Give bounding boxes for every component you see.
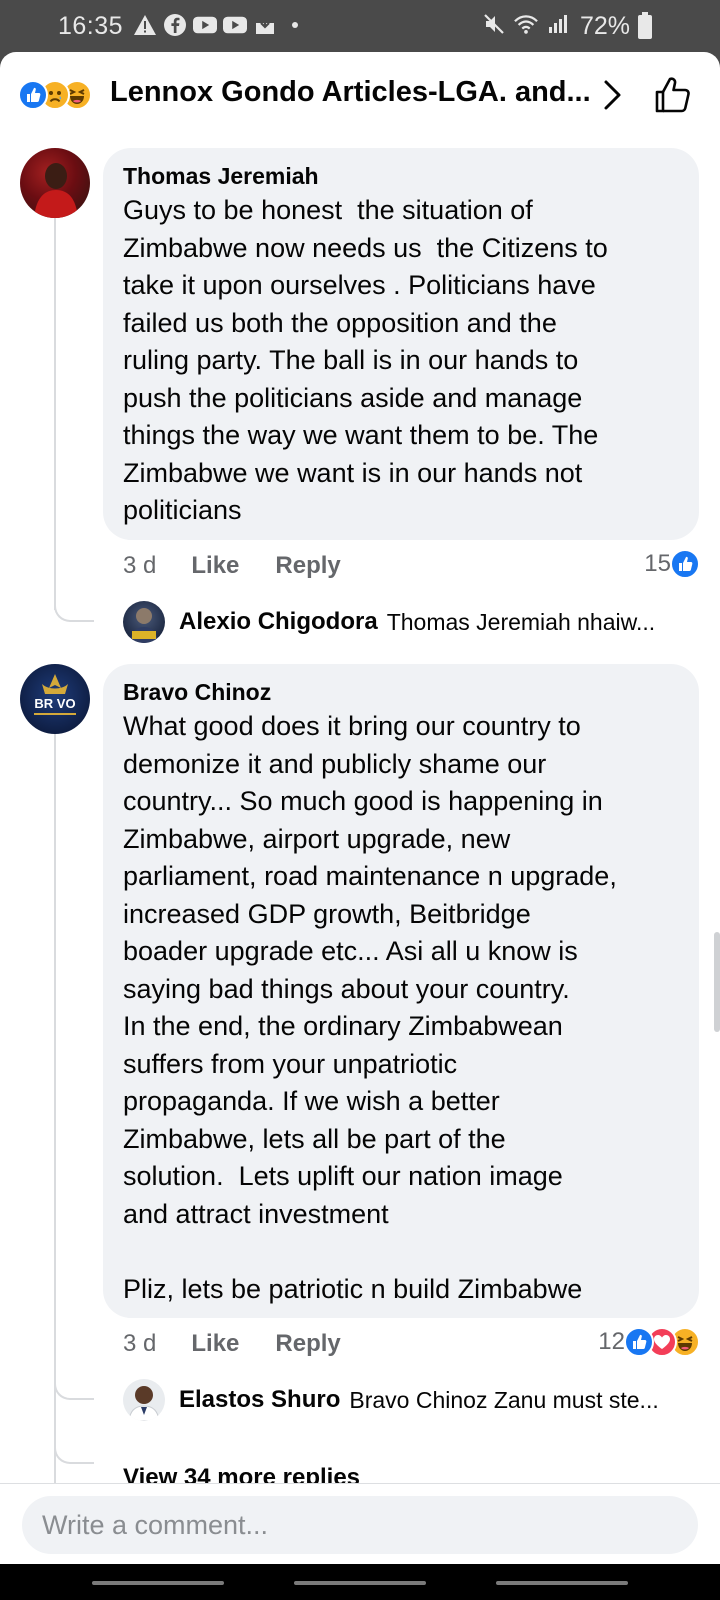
- comment-text: What good does it bring our country to d…: [123, 711, 617, 1304]
- nav-recents-button[interactable]: [92, 1581, 224, 1585]
- system-icons: [482, 12, 570, 36]
- comment-bubble[interactable]: Bravo Chinoz What good does it bring our…: [103, 664, 699, 1318]
- like-button[interactable]: Like: [191, 1330, 239, 1358]
- avatar[interactable]: BR VO: [20, 664, 90, 734]
- status-bar: 16:35 72%: [0, 0, 720, 52]
- nav-back-button[interactable]: [496, 1581, 628, 1585]
- scrollbar[interactable]: [714, 932, 720, 1032]
- page-title[interactable]: Lennox Gondo Articles-LGA. and...: [110, 76, 591, 109]
- like-icon[interactable]: [652, 74, 694, 116]
- reply-preview[interactable]: Alexio Chigodora Thomas Jeremiah nhaiw..…: [123, 600, 703, 644]
- like-reaction-icon: [670, 549, 700, 579]
- comment-author[interactable]: Thomas Jeremiah: [123, 160, 679, 192]
- comment-text: Guys to be honest the situation of Zimba…: [123, 195, 608, 525]
- comment-input[interactable]: [22, 1496, 698, 1554]
- warning-icon: [133, 13, 157, 37]
- comment-composer: [0, 1483, 720, 1564]
- like-reaction-icon: [624, 1327, 654, 1357]
- avatar[interactable]: [123, 601, 165, 643]
- status-time: 16:35: [58, 12, 124, 40]
- thread-connector: [54, 1376, 94, 1400]
- reply-button[interactable]: Reply: [275, 552, 340, 580]
- reaction-number: 12: [598, 1328, 625, 1355]
- dot-icon: [283, 13, 307, 37]
- thread-line: [54, 218, 56, 610]
- avatar[interactable]: [20, 148, 90, 218]
- reply-button[interactable]: Reply: [275, 1330, 340, 1358]
- avatar-text: BR VO: [34, 696, 75, 711]
- youtube-icon: [193, 13, 217, 37]
- post-header[interactable]: Lennox Gondo Articles-LGA. and...: [0, 52, 720, 138]
- comment-author[interactable]: Bravo Chinoz: [123, 676, 679, 708]
- comment-time[interactable]: 3 d: [123, 552, 156, 580]
- comment-bubble[interactable]: Thomas Jeremiah Guys to be honest the si…: [103, 148, 699, 540]
- avatar[interactable]: [123, 1379, 165, 1421]
- thread-connector: [54, 1440, 94, 1464]
- notification-icons: [133, 13, 307, 37]
- system-nav-bar: [0, 1564, 720, 1600]
- like-reaction-icon: [18, 80, 48, 110]
- wifi-icon: [514, 12, 538, 36]
- like-button[interactable]: Like: [191, 552, 239, 580]
- facebook-icon: [163, 13, 187, 37]
- reply-text: Thomas Jeremiah nhaiw...: [386, 608, 656, 635]
- reply-author[interactable]: Alexio Chigodora: [179, 608, 378, 636]
- comment-actions: 3 d Like Reply: [123, 1324, 341, 1364]
- comment-actions: 3 d Like Reply: [123, 546, 341, 586]
- signal-icon: [546, 12, 570, 36]
- nav-home-button[interactable]: [294, 1581, 426, 1585]
- chevron-right-icon[interactable]: [597, 78, 627, 112]
- reaction-count[interactable]: 12: [598, 1322, 700, 1362]
- thread-connector: [54, 598, 94, 622]
- reaction-number: 15: [644, 550, 671, 577]
- header-reactions: [18, 80, 108, 110]
- reply-author[interactable]: Elastos Shuro: [179, 1386, 340, 1414]
- battery-icon: [638, 12, 652, 39]
- comments-sheet: Lennox Gondo Articles-LGA. and... Thomas…: [0, 52, 720, 1564]
- comment-time[interactable]: 3 d: [123, 1330, 156, 1358]
- youtube-icon: [223, 13, 247, 37]
- mute-icon: [482, 12, 506, 36]
- download-icon: [253, 13, 277, 37]
- reaction-count[interactable]: 15: [644, 544, 700, 584]
- reply-text: Bravo Chinoz Zanu must ste...: [349, 1386, 659, 1413]
- reply-preview[interactable]: Elastos Shuro Bravo Chinoz Zanu must ste…: [123, 1378, 703, 1422]
- battery-percent: 72%: [579, 12, 630, 40]
